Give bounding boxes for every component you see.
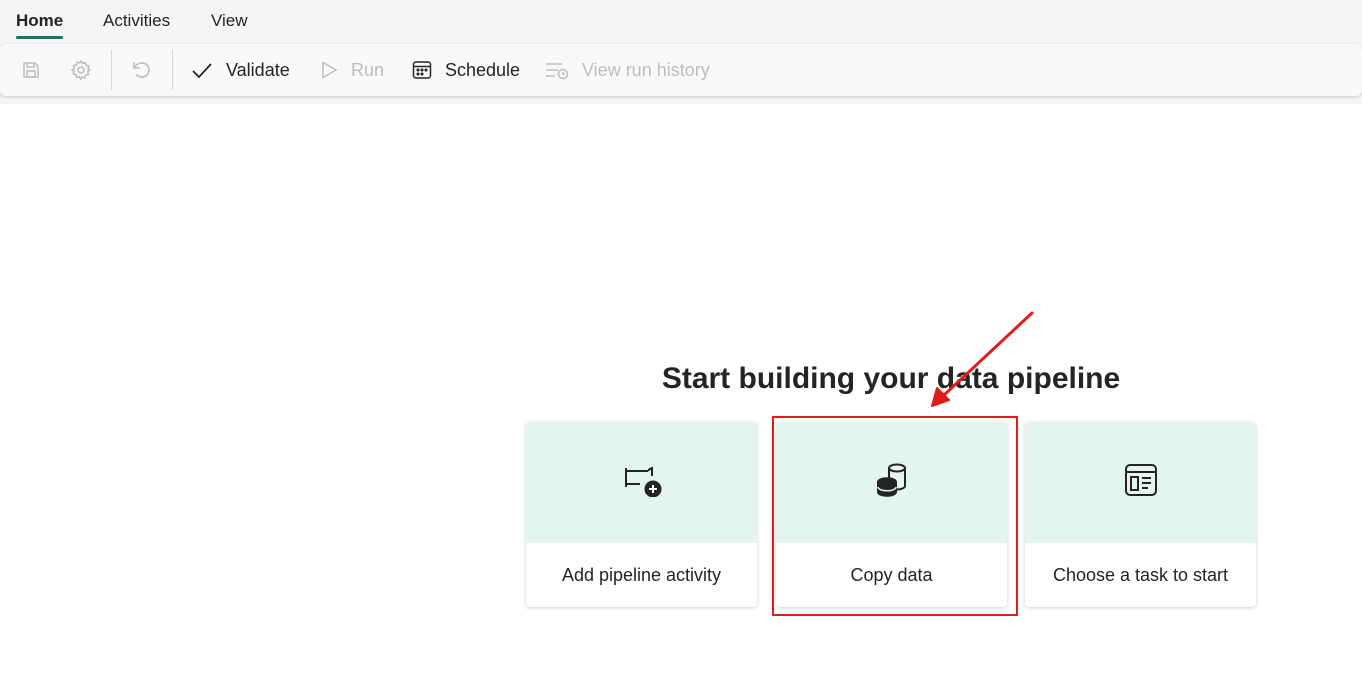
database-copy-icon — [874, 462, 910, 503]
validate-button[interactable]: Validate — [190, 44, 290, 96]
save-icon — [21, 60, 41, 80]
card-label: Add pipeline activity — [561, 564, 722, 585]
validate-label: Validate — [226, 59, 290, 80]
schedule-button[interactable]: Schedule — [411, 44, 520, 96]
tab-home[interactable]: Home — [16, 9, 64, 39]
play-icon — [319, 60, 339, 80]
add-pipeline-activity-card[interactable]: Add pipeline activity — [526, 422, 757, 607]
view-run-history-button[interactable]: View run history — [544, 44, 710, 96]
calendar-icon — [411, 59, 433, 81]
card-icon-area — [1025, 422, 1256, 543]
toolbar-divider — [111, 50, 112, 90]
save-button[interactable] — [21, 44, 41, 96]
copy-data-card[interactable]: Copy data — [776, 422, 1007, 607]
gear-icon — [70, 59, 92, 81]
undo-icon — [129, 58, 153, 82]
tab-activities[interactable]: Activities — [103, 9, 170, 39]
pipeline-activity-icon — [622, 463, 662, 502]
run-label: Run — [351, 59, 385, 80]
page-heading: Start building your data pipeline — [661, 362, 1121, 395]
card-label: Copy data — [850, 564, 933, 585]
checkmark-icon — [190, 58, 214, 82]
ribbon-tabs: Home Activities View — [0, 0, 1362, 42]
settings-button[interactable] — [70, 44, 92, 96]
card-label: Choose a task to start — [1052, 564, 1229, 585]
run-button[interactable]: Run — [319, 44, 384, 96]
toolbar-divider — [172, 50, 173, 90]
toolbar: Validate Run Schedule View run history — [0, 44, 1362, 96]
view-run-history-label: View run history — [582, 59, 710, 80]
run-history-icon — [544, 59, 570, 81]
schedule-label: Schedule — [445, 59, 521, 80]
tab-view[interactable]: View — [211, 9, 248, 39]
undo-button[interactable] — [129, 44, 153, 96]
top-ribbon: Home Activities View Validate Run Schedu… — [0, 0, 1362, 104]
task-template-icon — [1124, 463, 1158, 502]
card-icon-area — [776, 422, 1007, 543]
card-icon-area — [526, 422, 757, 543]
choose-a-task-card[interactable]: Choose a task to start — [1025, 422, 1256, 607]
